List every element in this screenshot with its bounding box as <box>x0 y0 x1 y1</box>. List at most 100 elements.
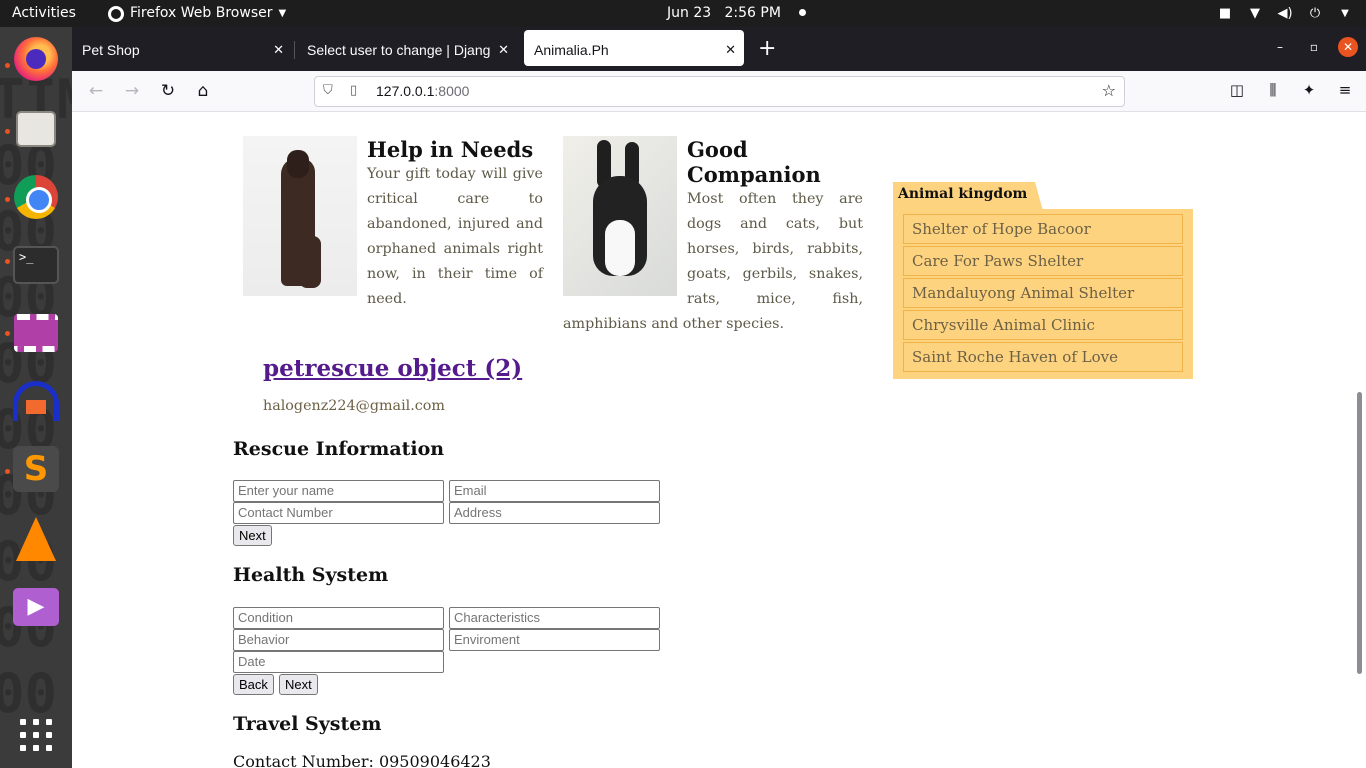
close-window-icon[interactable]: ✕ <box>1338 37 1358 57</box>
firefox-icon <box>14 37 58 81</box>
dock: TIM000000000000000000 >_ S ▶ <box>0 27 72 768</box>
close-icon[interactable]: ✕ <box>498 30 509 70</box>
new-tab-button[interactable]: + <box>758 32 776 66</box>
email-field[interactable]: Email <box>449 480 660 502</box>
animal-kingdom-sidebar: Animal kingdom Shelter of Hope Bacoor Ca… <box>893 182 1193 379</box>
dock-sublime-text[interactable]: S <box>12 445 60 493</box>
home-button[interactable]: ⌂ <box>192 80 214 102</box>
vlc-cone-icon <box>16 517 56 561</box>
rescue-next-button[interactable]: Next <box>233 525 272 546</box>
condition-field[interactable]: Condition <box>233 607 444 629</box>
firefox-icon <box>108 5 124 22</box>
chevron-down-icon: ▼ <box>278 8 287 19</box>
sidebar-link-care-for-paws[interactable]: Care For Paws Shelter <box>903 246 1183 276</box>
app-menu[interactable]: Firefox Web Browser ▼ <box>108 0 286 27</box>
page-scrollbar[interactable] <box>1357 392 1362 674</box>
feature-help-in-needs: Help in Needs Your gift today will give … <box>243 136 543 312</box>
post-email: halogenz224@gmail.com <box>263 398 445 414</box>
post-title-link[interactable]: petrescue object (2) <box>263 355 522 382</box>
chrome-icon <box>14 175 58 219</box>
running-indicator-icon <box>5 197 10 202</box>
tab-strip: Pet Shop ✕ Select user to change | Djang… <box>72 27 1366 71</box>
running-indicator-icon <box>5 129 10 134</box>
dock-video-editor[interactable] <box>12 309 60 357</box>
volume-icon: ◀) <box>1277 6 1293 21</box>
sidebar-link-chrysville[interactable]: Chrysville Animal Clinic <box>903 310 1183 340</box>
behavior-field[interactable]: Behavior <box>233 629 444 651</box>
reload-button[interactable]: ↻ <box>157 80 179 102</box>
window-controls: – ▫ ✕ <box>1270 37 1358 57</box>
dock-audacity[interactable] <box>12 377 60 425</box>
dock-chrome[interactable] <box>12 173 60 221</box>
forward-button[interactable]: → <box>121 80 143 102</box>
navigation-toolbar: ← → ↻ ⌂ ⛉ ▯ 127.0.0.1:8000 ☆ ◫ ⫼ ✦ ≡ <box>72 71 1366 112</box>
rescue-section-title: Rescue Information <box>233 438 445 460</box>
maximize-icon[interactable]: ▫ <box>1304 40 1324 54</box>
pocket-icon[interactable]: ◫ <box>1228 81 1246 99</box>
tab-title: Pet Shop <box>82 42 140 58</box>
sublime-icon: S <box>13 446 59 492</box>
sidebar-link-mandaluyong[interactable]: Mandaluyong Animal Shelter <box>903 278 1183 308</box>
play-icon: ▶ <box>13 588 59 626</box>
sidebar-link-saint-roche[interactable]: Saint Roche Haven of Love <box>903 342 1183 372</box>
sidebar-links: Shelter of Hope Bacoor Care For Paws She… <box>893 209 1193 379</box>
url-text[interactable]: 127.0.0.1:8000 <box>376 83 469 99</box>
characteristics-field[interactable]: Characteristics <box>449 607 660 629</box>
headphones-icon <box>13 381 59 421</box>
running-indicator-icon <box>5 63 10 68</box>
date: Jun 23 <box>667 5 712 21</box>
menu-icon[interactable]: ≡ <box>1336 81 1354 99</box>
dock-vlc[interactable] <box>12 515 60 563</box>
dock-terminal[interactable]: >_ <box>12 241 60 289</box>
toolbar-right: ◫ ⫼ ✦ ≡ <box>1228 81 1354 99</box>
clock[interactable]: Jun 23 2:56 PM <box>667 0 807 27</box>
bookmark-star-icon[interactable]: ☆ <box>1102 81 1116 100</box>
shield-icon[interactable]: ⛉ <box>323 83 333 98</box>
app-grid-icon <box>20 719 52 751</box>
minimize-icon[interactable]: – <box>1270 40 1290 54</box>
feature-good-companion: Good Companion Most often they are dogs … <box>563 136 863 337</box>
dock-files[interactable] <box>12 105 60 153</box>
camera-icon: ■ <box>1218 6 1232 21</box>
rabbit-photo <box>563 136 677 296</box>
dock-media-player[interactable]: ▶ <box>12 583 60 631</box>
dog-photo <box>243 136 357 296</box>
health-section-title: Health System <box>233 564 389 586</box>
chevron-down-icon: ▼ <box>1341 8 1349 19</box>
dock-firefox[interactable] <box>12 35 60 83</box>
url-bar[interactable]: ⛉ ▯ 127.0.0.1:8000 ☆ <box>314 76 1125 107</box>
app-menu-label: Firefox Web Browser <box>130 5 273 21</box>
film-icon <box>14 314 58 352</box>
address-field[interactable]: Address <box>449 502 660 524</box>
extension-icon[interactable]: ✦ <box>1300 81 1318 99</box>
notification-dot-icon <box>799 8 807 16</box>
system-tray[interactable]: ■ ▼ ◀) ⏻ ▼ <box>1216 0 1354 27</box>
tab-animalia[interactable]: Animalia.Ph ✕ <box>524 30 744 66</box>
tab-title: Select user to change | Djang <box>307 42 491 58</box>
date-field[interactable]: Date <box>233 651 444 673</box>
running-indicator-icon <box>5 259 10 264</box>
environment-field[interactable]: Enviroment <box>449 629 660 651</box>
activities-button[interactable]: Activities <box>12 0 76 27</box>
library-icon[interactable]: ⫼ <box>1264 81 1282 99</box>
url-host: 127.0.0.1 <box>376 83 435 99</box>
running-indicator-icon <box>5 469 10 474</box>
close-icon[interactable]: ✕ <box>273 30 284 70</box>
close-icon[interactable]: ✕ <box>725 30 736 70</box>
contact-number-field[interactable]: Contact Number <box>233 502 444 524</box>
name-field[interactable]: Enter your name <box>233 480 444 502</box>
page-icon[interactable]: ▯ <box>350 83 357 98</box>
travel-contact-number: Contact Number: 09509046423 <box>233 752 491 768</box>
back-button[interactable]: ← <box>85 80 107 102</box>
sidebar-title: Animal kingdom <box>893 182 1044 211</box>
page-viewport: Help in Needs Your gift today will give … <box>72 112 1366 768</box>
power-icon: ⏻ <box>1309 6 1321 21</box>
tab-pet-shop[interactable]: Pet Shop ✕ <box>72 30 292 66</box>
health-back-button[interactable]: Back <box>233 674 274 695</box>
sidebar-link-shelter-of-hope[interactable]: Shelter of Hope Bacoor <box>903 214 1183 244</box>
show-applications-button[interactable] <box>12 711 60 759</box>
terminal-icon: >_ <box>13 246 59 284</box>
tab-django-admin[interactable]: Select user to change | Djang ✕ <box>297 30 517 66</box>
files-icon <box>16 111 56 147</box>
health-next-button[interactable]: Next <box>279 674 318 695</box>
